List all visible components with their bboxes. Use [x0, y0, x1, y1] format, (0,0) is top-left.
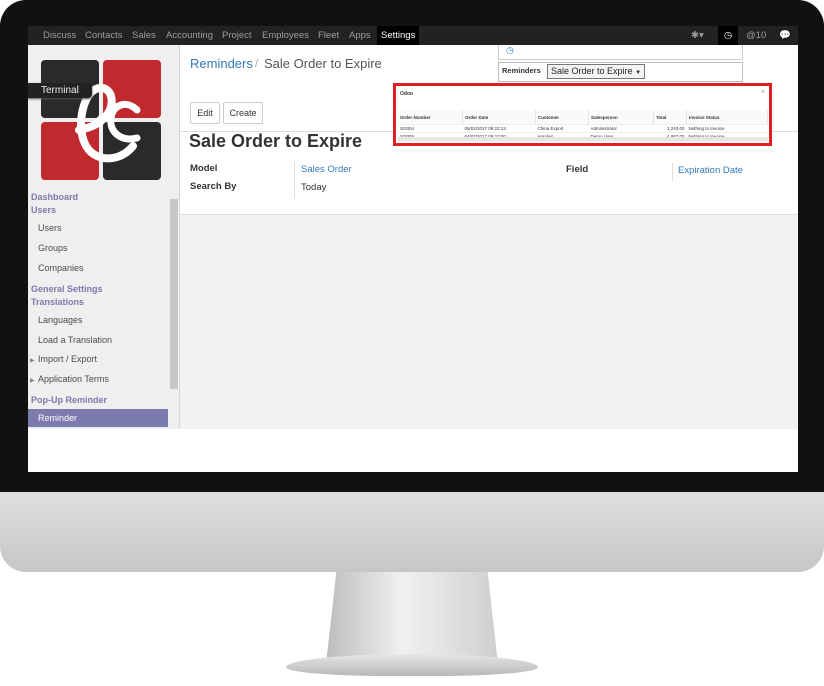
sidebar: Terminal Dashboard Users Users Groups Co… [28, 45, 180, 429]
form-title: Sale Order to Expire [189, 131, 363, 151]
model-value-link[interactable]: Sales Order [301, 164, 352, 175]
table-header-row: Order Number Order Date Customer Salespe… [398, 110, 768, 125]
reminders-label: Reminders [502, 66, 541, 75]
nav-project[interactable]: Project [222, 26, 252, 45]
message-count: 10 [755, 30, 767, 41]
column-header[interactable]: Order Date [462, 110, 536, 125]
sidebar-item-groups[interactable]: Groups [38, 243, 68, 253]
reminder-select-value: Sale Order to Expire [551, 66, 633, 76]
debug-bug-icon[interactable]: ✱▾ [691, 26, 704, 45]
table-row[interactable]: SO004 05/02/2017 09:22:13 China Export A… [398, 124, 768, 133]
sidebar-item-companies[interactable]: Companies [38, 263, 84, 273]
form-background: Sale Order to Expire Model Sales Order S… [180, 131, 798, 429]
reminder-select[interactable]: Sale Order to Expire ▼ [547, 64, 646, 79]
sidebar-scrollbar[interactable] [170, 199, 178, 389]
nav-settings[interactable]: Settings [377, 26, 420, 45]
column-header[interactable]: Customer [535, 110, 589, 125]
sidebar-item-import-export[interactable]: Import / Export [38, 354, 97, 364]
clock-icon[interactable]: ◷ [718, 26, 738, 45]
column-header[interactable]: Invoice Status [686, 110, 768, 125]
chat-icon[interactable]: 💬 [779, 26, 791, 45]
total-cell: 2,240.00 [653, 124, 687, 133]
screen: Discuss Contacts Sales Accounting Projec… [28, 26, 798, 472]
reminder-popup: Odoo × Order Number Order Date Customer … [393, 83, 772, 146]
nav-sales[interactable]: Sales [132, 26, 156, 45]
sidebar-item-reminder[interactable]: Reminder [28, 409, 168, 427]
caret-right-icon: ▶ [30, 358, 35, 364]
edit-button[interactable]: Edit [190, 102, 220, 124]
sidebar-section-translations: Translations [31, 297, 85, 307]
invoice-status-cell: Nothing to Invoice [686, 124, 768, 133]
breadcrumb-current: Sale Order to Expire [264, 56, 382, 71]
nav-accounting[interactable]: Accounting [166, 26, 213, 45]
field-value-link[interactable]: Expiration Date [678, 165, 743, 176]
breadcrumb-parent[interactable]: Reminders [190, 56, 253, 71]
create-button[interactable]: Create [223, 102, 263, 124]
column-header[interactable]: Order Number [398, 110, 463, 125]
breadcrumb-separator: / [255, 58, 259, 70]
monitor-base [286, 654, 538, 676]
order-date-cell: 05/02/2017 09:22:13 [462, 124, 536, 133]
search-by-label: Search By [190, 181, 237, 192]
search-by-value: Today [301, 182, 327, 193]
sidebar-item-application-terms[interactable]: Application Terms [38, 374, 109, 384]
sidebar-item-users[interactable]: Users [38, 223, 62, 233]
terminal-tooltip: Terminal [28, 83, 92, 98]
caret-right-icon: ▶ [30, 378, 35, 384]
sidebar-item-languages[interactable]: Languages [38, 315, 83, 325]
divider [294, 180, 295, 198]
model-label: Model [190, 163, 218, 174]
salesperson-cell: Administrator [588, 124, 654, 133]
nav-apps[interactable]: Apps [349, 26, 371, 45]
sidebar-section-general-settings[interactable]: General Settings [31, 284, 103, 294]
column-header[interactable]: Salesperson [588, 110, 654, 125]
clock-icon: ◷ [506, 45, 514, 55]
sidebar-item-load-translation[interactable]: Load a Translation [38, 335, 112, 345]
chevron-down-icon: ▼ [635, 70, 642, 76]
popup-scrollbar[interactable] [398, 137, 768, 141]
divider [672, 163, 673, 181]
column-header[interactable]: Total [653, 110, 687, 125]
nav-discuss[interactable]: Discuss [43, 26, 76, 45]
top-nav: Discuss Contacts Sales Accounting Projec… [28, 26, 798, 45]
messages-icon[interactable]: @10 [746, 26, 766, 45]
reminder-dropdown-header: ◷ [498, 45, 743, 60]
order-number-cell: SO004 [398, 124, 463, 133]
popup-title: Odoo [400, 91, 414, 97]
customer-cell: China Export [535, 124, 589, 133]
sidebar-section-users: Users [31, 205, 57, 215]
sidebar-section-dashboard[interactable]: Dashboard [31, 192, 78, 202]
nav-contacts[interactable]: Contacts [85, 26, 123, 45]
nav-fleet[interactable]: Fleet [318, 26, 339, 45]
logo-letter-e-icon [75, 84, 141, 163]
close-icon[interactable]: × [761, 89, 765, 96]
nav-employees[interactable]: Employees [262, 26, 309, 45]
field-label: Field [566, 164, 589, 175]
popup-table: Order Number Order Date Customer Salespe… [398, 110, 768, 140]
monitor-stand [326, 572, 498, 664]
reminders-bar: Reminders Sale Order to Expire ▼ [498, 62, 743, 82]
company-logo [41, 60, 162, 180]
divider [294, 162, 295, 180]
monitor-chin [0, 492, 824, 572]
sidebar-section-popup-reminder: Pop-Up Reminder [31, 395, 108, 405]
